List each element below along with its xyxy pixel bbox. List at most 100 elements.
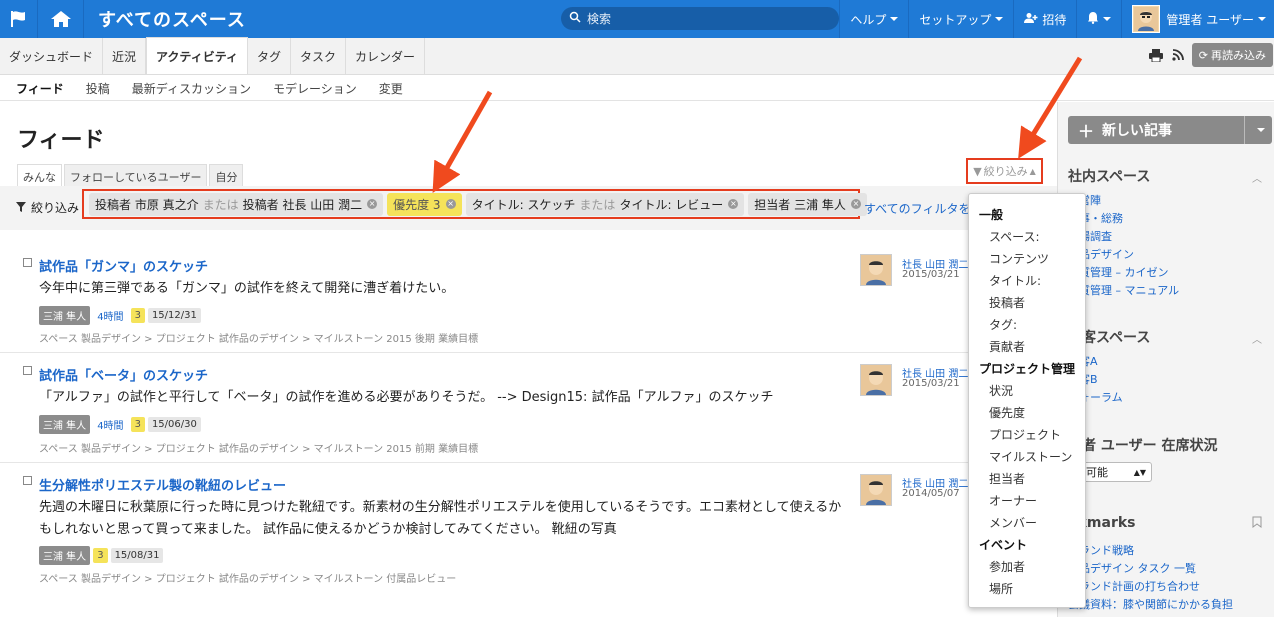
feed-item-path[interactable]: スペース 製品デザイン > プロジェクト 試作品のデザイン > マイルストーン … [39,330,478,345]
avatar[interactable] [860,364,892,396]
space-title[interactable]: すべてのスペース [98,6,246,32]
feed-item-tags: 三浦 隼人 4時間 3 15/06/30 [39,415,204,434]
dropdown-item-project[interactable]: プロジェクト [969,424,1085,446]
dropdown-item-priority[interactable]: 優先度 [969,402,1085,424]
subnav-feed[interactable]: フィード [16,80,64,97]
feed-item-title[interactable]: 試作品「ガンマ」のスケッチ [39,256,208,275]
feed-item-title[interactable]: 生分解性ポリエステル製の靴紐のレビュー [39,475,286,494]
setup-label: セットアップ [919,12,992,27]
chevron-up-icon[interactable]: ︿ [1252,170,1262,185]
rss-icon[interactable] [1170,47,1186,63]
dropdown-item-member[interactable]: メンバー [969,512,1085,534]
assignee-badge[interactable]: 三浦 隼人 [39,546,91,565]
chip-text: タイトル: レビュー [619,197,724,212]
chevron-down-icon[interactable] [1244,116,1272,144]
invite-button[interactable]: 招待 [1013,0,1076,38]
tab-activity[interactable]: アクティビティ [146,37,248,74]
bookmark-icon[interactable] [1252,516,1262,531]
search-box[interactable] [561,7,839,30]
list-item[interactable]: 製品デザイン タスク 一覧 [1068,560,1233,578]
close-icon[interactable]: × [728,199,739,209]
feed-item-path[interactable]: スペース 製品デザイン > プロジェクト 試作品のデザイン > マイルストーン … [39,570,456,585]
filter-bar: 絞り込み 投稿者 市原 真之介 または 投稿者 社長 山田 潤二 × 優先度 3… [0,186,1057,230]
dropdown-item-milestone[interactable]: マイルストーン [969,446,1085,468]
feed-item-checkbox[interactable] [23,366,32,375]
chip-text: 投稿者 社長 山田 潤二 [242,197,363,212]
chip-text: 担当者 三浦 隼人 [754,197,846,212]
dropdown-item-participant[interactable]: 参加者 [969,556,1085,578]
user-menu[interactable]: 管理者 ユーザー [1121,0,1274,38]
tab-tasks[interactable]: タスク [291,38,347,74]
filter-button[interactable]: ▼ 絞り込み ▲ [966,158,1043,184]
internal-spaces-title: 社内スペース [1068,169,1151,185]
subnav-moderation[interactable]: モデレーション [273,80,357,97]
filter-chip-priority[interactable]: 優先度 3 × [387,192,462,216]
dropdown-item-owner[interactable]: オーナー [969,490,1085,512]
help-label: ヘルプ [850,12,887,27]
setup-menu[interactable]: セットアップ [908,0,1013,38]
home-icon[interactable] [38,0,84,38]
tab-calendar[interactable]: カレンダー [346,38,426,74]
filter-chip-assignee[interactable]: 担当者 三浦 隼人 × [748,192,867,216]
notifications-menu[interactable] [1076,0,1121,38]
clear-filters-link[interactable]: すべてのフィルタを [864,200,970,217]
hours-badge: 4時間 [97,421,124,432]
add-user-icon [1024,12,1038,27]
help-menu[interactable]: ヘルプ [839,0,908,38]
flag-logo-icon[interactable] [0,0,38,38]
tab-tags[interactable]: タグ [248,38,292,74]
close-icon[interactable]: × [445,199,456,209]
chevron-updown-icon: ▲▼ [1133,467,1146,477]
filter-chip-author[interactable]: 投稿者 市原 真之介 または 投稿者 社長 山田 潤二 × [89,192,384,216]
dropdown-item-tag[interactable]: タグ: [969,314,1085,336]
chip-text: タイトル: スケッチ [471,197,576,212]
new-post-button[interactable]: ＋ 新しい記事 [1068,116,1272,144]
tab-recent[interactable]: 近況 [103,38,147,74]
list-item[interactable]: 会議資料：膝や関節にかかる負担 [1068,596,1233,614]
search-icon [569,11,581,26]
chevron-up-icon[interactable]: ︿ [1252,331,1262,346]
reload-button[interactable]: ⟳ 再読み込み [1191,43,1273,67]
list-item[interactable]: ブランド計画の打ち合わせ [1068,578,1233,596]
feed-item: 試作品「ベータ」のスケッチ 「アルファ」の試作と平行して「ベータ」の試作を進める… [0,354,1057,463]
due-date-badge: 15/06/30 [147,417,201,432]
dropdown-item-space[interactable]: スペース: [969,226,1085,248]
avatar[interactable] [860,474,892,506]
filter-chip-title[interactable]: タイトル: スケッチ または タイトル: レビュー × [465,192,745,216]
chevron-down-icon [1103,17,1112,21]
due-date-badge: 15/08/31 [110,548,164,563]
subnav-discussions[interactable]: 最新ディスカッション [132,80,251,97]
feed-item-checkbox[interactable] [23,258,32,267]
dropdown-item-assignee[interactable]: 担当者 [969,468,1085,490]
page-title: フィード [17,128,105,153]
feed-item-path[interactable]: スペース 製品デザイン > プロジェクト 試作品のデザイン > マイルストーン … [39,440,478,455]
tab-dashboard[interactable]: ダッシュボード [0,38,104,74]
close-icon[interactable]: × [850,199,861,209]
search-input[interactable] [587,11,827,26]
avatar[interactable] [860,254,892,286]
priority-badge: 3 [93,548,108,563]
assignee-badge[interactable]: 三浦 隼人 [39,415,91,434]
subnav-changes[interactable]: 変更 [379,80,403,97]
feed-item-title[interactable]: 試作品「ベータ」のスケッチ [39,365,208,384]
reload-label: 再読み込み [1211,49,1266,62]
top-right-menus: ヘルプ セットアップ 招待 管理者 ユーザー [839,0,1274,38]
assignee-badge[interactable]: 三浦 隼人 [39,306,91,325]
close-icon[interactable]: × [367,199,378,209]
list-item[interactable]: ブランド戦略 [1068,542,1233,560]
dropdown-item-author[interactable]: 投稿者 [969,292,1085,314]
dropdown-item-content[interactable]: コンテンツ [969,248,1085,270]
dropdown-item-title[interactable]: タイトル: [969,270,1085,292]
chevron-up-icon: ▲ [1029,166,1036,176]
funnel-icon [16,201,26,215]
refresh-icon: ⟳ [1198,48,1208,62]
feed-item-checkbox[interactable] [23,476,32,485]
subnav-posts[interactable]: 投稿 [86,80,110,97]
print-icon[interactable] [1148,47,1164,63]
dropdown-item-location[interactable]: 場所 [969,578,1085,600]
feed-item: 試作品「ガンマ」のスケッチ 今年中に第三弾である「ガンマ」の試作を終えて開発に漕… [0,246,1057,353]
dropdown-item-contributor[interactable]: 貢献者 [969,336,1085,358]
dropdown-group-event: イベント [979,538,1028,552]
priority-badge: 3 [130,308,145,323]
dropdown-item-status[interactable]: 状況 [969,380,1085,402]
